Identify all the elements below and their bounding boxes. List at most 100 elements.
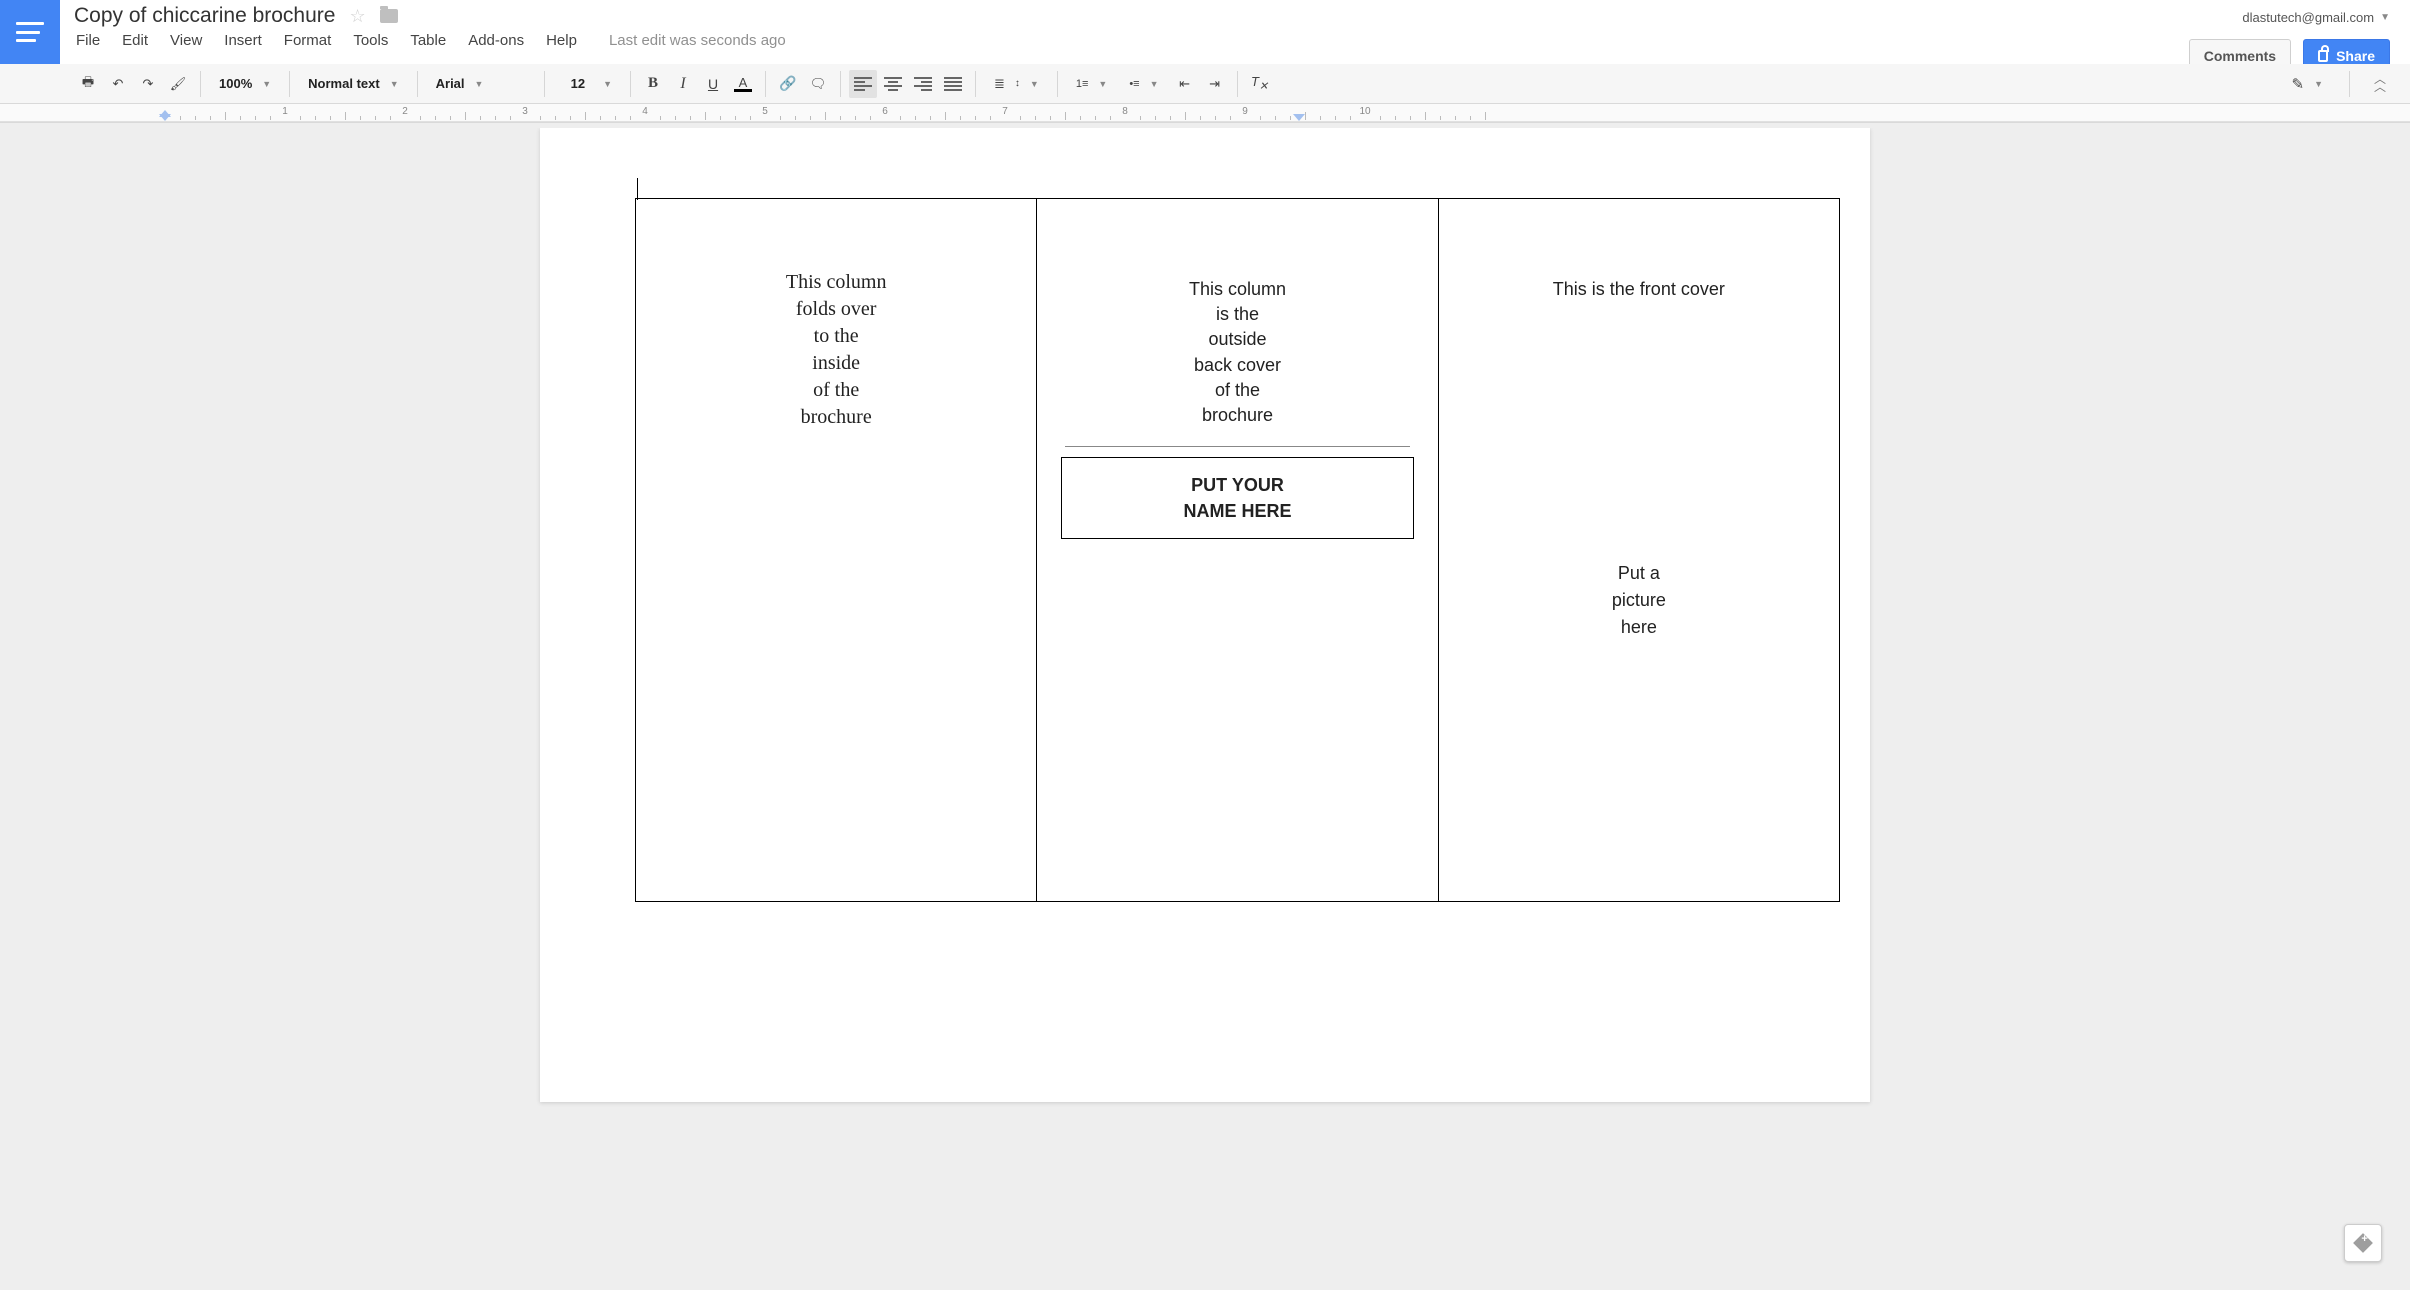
- menu-insert[interactable]: Insert: [224, 32, 262, 49]
- insert-comment-button[interactable]: 🗨: [804, 70, 832, 98]
- last-edit-status[interactable]: Last edit was seconds ago: [599, 32, 786, 49]
- text-color-button[interactable]: A: [729, 70, 757, 98]
- font-size-value: 12: [563, 76, 593, 91]
- brochure-column-3[interactable]: This is the front cover Put apicturehere: [1438, 199, 1839, 902]
- clear-format-icon: T✕: [1251, 74, 1268, 93]
- increase-indent-button[interactable]: ⇥: [1201, 70, 1229, 98]
- underline-button[interactable]: U: [699, 70, 727, 98]
- comment-icon: 🗨: [810, 76, 827, 92]
- separator: [2349, 71, 2350, 97]
- bulleted-list-dropdown[interactable]: •≡▼: [1119, 70, 1168, 98]
- toolbar: 🖶 ↶ ↷ 🖌 100% ▼ Normal text ▼ Arial ▼ 12 …: [0, 64, 2410, 104]
- bulleted-list-icon: •≡: [1129, 78, 1139, 90]
- font-family-dropdown[interactable]: Arial ▼: [426, 70, 536, 98]
- share-label: Share: [2336, 48, 2375, 64]
- align-right-button[interactable]: [909, 70, 937, 98]
- italic-button[interactable]: I: [669, 70, 697, 98]
- lock-icon: [2318, 50, 2328, 62]
- bold-button[interactable]: B: [639, 70, 667, 98]
- editing-mode-dropdown[interactable]: ✎ ▼: [2282, 70, 2334, 98]
- font-size-dropdown[interactable]: 12 ▼: [553, 70, 622, 98]
- paragraph-style-value: Normal text: [308, 76, 380, 91]
- explore-button[interactable]: [2344, 1224, 2382, 1262]
- font-family-value: Arial: [436, 76, 465, 91]
- decrease-indent-button[interactable]: ⇤: [1171, 70, 1199, 98]
- align-center-icon: [884, 77, 902, 91]
- line-spacing-icon: ≣: [994, 76, 1005, 92]
- underline-icon: U: [708, 76, 718, 92]
- brochure-column-2[interactable]: This columnis theoutsideback coverof the…: [1037, 199, 1438, 902]
- menu-addons[interactable]: Add-ons: [468, 32, 524, 49]
- line-spacing-dropdown[interactable]: ≣↕▼: [984, 70, 1049, 98]
- paint-roller-icon: 🖌: [170, 76, 187, 92]
- docs-home-button[interactable]: [0, 0, 60, 64]
- menu-help[interactable]: Help: [546, 32, 577, 49]
- comments-label: Comments: [2204, 48, 2276, 64]
- clear-formatting-button[interactable]: T✕: [1246, 70, 1274, 98]
- menu-format[interactable]: Format: [284, 32, 332, 49]
- horizontal-ruler[interactable]: 12345678910: [0, 104, 2410, 122]
- paint-format-button[interactable]: 🖌: [164, 70, 192, 98]
- ruler-number: 8: [1122, 106, 1128, 120]
- column-1-text[interactable]: This columnfolds overto theinsideof theb…: [656, 269, 1016, 431]
- separator: [417, 71, 418, 97]
- column-3-picture-placeholder[interactable]: Put apicturehere: [1459, 300, 1819, 641]
- star-icon[interactable]: ☆: [349, 6, 365, 27]
- ruler-number: 1: [282, 106, 288, 120]
- menu-edit[interactable]: Edit: [122, 32, 148, 49]
- align-justify-button[interactable]: [939, 70, 967, 98]
- menu-table[interactable]: Table: [410, 32, 446, 49]
- account-menu[interactable]: dlastutech@gmail.com ▼: [2242, 8, 2390, 25]
- indent-icon: ⇥: [1209, 76, 1220, 92]
- ruler-number: 6: [882, 106, 888, 120]
- name-box[interactable]: PUT YOURNAME HERE: [1061, 457, 1413, 539]
- paragraph-style-dropdown[interactable]: Normal text ▼: [298, 70, 408, 98]
- numbered-list-icon: 1≡: [1076, 78, 1089, 90]
- column-2-divider: [1065, 446, 1409, 447]
- ruler-number: 2: [402, 106, 408, 120]
- document-title[interactable]: Copy of chiccarine brochure: [74, 4, 335, 28]
- print-button[interactable]: 🖶: [74, 70, 102, 98]
- align-left-icon: [854, 77, 872, 91]
- move-to-folder-icon[interactable]: [380, 9, 398, 23]
- caret-down-icon: ▼: [1030, 79, 1039, 89]
- text-cursor: [637, 178, 638, 200]
- page[interactable]: This columnfolds overto theinsideof theb…: [540, 128, 1870, 1102]
- separator: [544, 71, 545, 97]
- caret-down-icon: ▼: [390, 79, 399, 89]
- align-right-icon: [914, 77, 932, 91]
- separator: [975, 71, 976, 97]
- brochure-column-1[interactable]: This columnfolds overto theinsideof theb…: [636, 199, 1037, 902]
- redo-button[interactable]: ↷: [134, 70, 162, 98]
- separator: [765, 71, 766, 97]
- separator: [1237, 71, 1238, 97]
- separator: [840, 71, 841, 97]
- link-icon: 🔗: [779, 75, 796, 92]
- column-2-text[interactable]: This columnis theoutsideback coverof the…: [1057, 269, 1417, 428]
- separator: [1057, 71, 1058, 97]
- separator: [289, 71, 290, 97]
- redo-icon: ↷: [143, 76, 154, 92]
- numbered-list-dropdown[interactable]: 1≡▼: [1066, 70, 1117, 98]
- chevron-up-icon: ︿︿: [2374, 76, 2386, 90]
- app-header: Copy of chiccarine brochure ☆ File Edit …: [0, 0, 2410, 123]
- outdent-icon: ⇤: [1179, 76, 1190, 92]
- align-left-button[interactable]: [849, 70, 877, 98]
- user-email-label: dlastutech@gmail.com: [2242, 10, 2374, 25]
- caret-down-icon: ▼: [2314, 79, 2323, 89]
- undo-button[interactable]: ↶: [104, 70, 132, 98]
- menubar: File Edit View Insert Format Tools Table…: [74, 28, 2189, 55]
- text-color-icon: A: [734, 76, 752, 92]
- document-scroll-area[interactable]: This columnfolds overto theinsideof theb…: [0, 128, 2410, 1290]
- insert-link-button[interactable]: 🔗: [774, 70, 802, 98]
- zoom-dropdown[interactable]: 100% ▼: [209, 70, 281, 98]
- column-3-title[interactable]: This is the front cover: [1459, 269, 1819, 300]
- collapse-toolbar-button[interactable]: ︿︿: [2366, 70, 2394, 98]
- menu-tools[interactable]: Tools: [353, 32, 388, 49]
- caret-down-icon: ▼: [603, 79, 612, 89]
- undo-icon: ↶: [113, 76, 124, 92]
- align-center-button[interactable]: [879, 70, 907, 98]
- brochure-table[interactable]: This columnfolds overto theinsideof theb…: [635, 198, 1840, 902]
- menu-file[interactable]: File: [76, 32, 100, 49]
- menu-view[interactable]: View: [170, 32, 202, 49]
